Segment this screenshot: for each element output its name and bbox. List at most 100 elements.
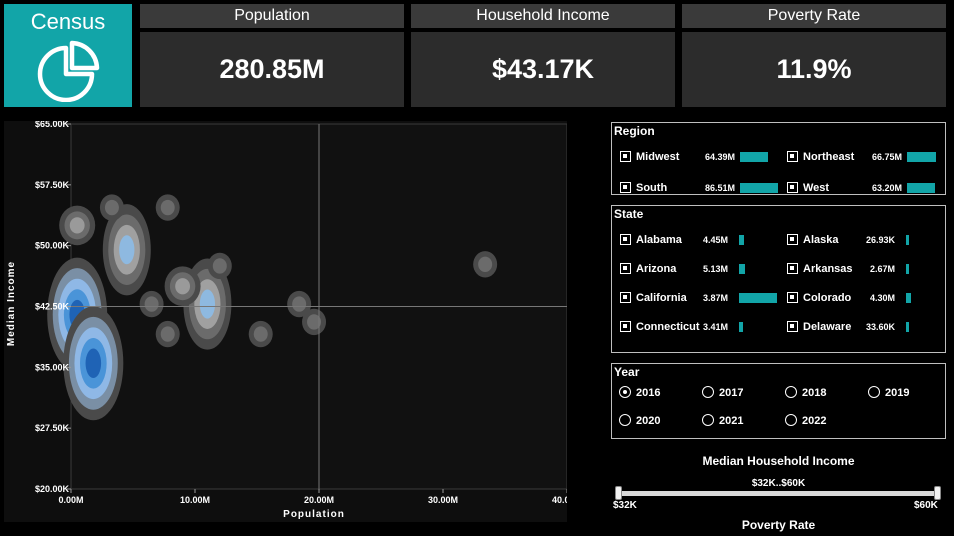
item-value-bar <box>739 235 744 245</box>
checkbox[interactable] <box>787 182 798 193</box>
y-tick-label: $50.00K <box>35 241 70 251</box>
density-region[interactable] <box>302 308 327 336</box>
state-item[interactable]: Delaware 33.60K <box>787 319 945 335</box>
item-value: 63.20M <box>871 183 902 193</box>
state-item[interactable]: Alaska 26.93K <box>787 232 945 248</box>
checkbox-label: Alaska <box>803 234 839 246</box>
checkbox-label: Connecticut <box>636 321 700 333</box>
density-region[interactable] <box>59 205 96 246</box>
item-value: 5.13M <box>702 264 728 274</box>
item-value-bar <box>906 235 909 245</box>
income-slider-title: Median Household Income <box>702 454 855 468</box>
density-region[interactable] <box>139 290 164 318</box>
item-value-bar <box>739 264 745 274</box>
y-tick-label: $27.50K <box>35 423 70 433</box>
checkbox[interactable] <box>787 321 798 332</box>
checkbox[interactable] <box>620 321 631 332</box>
poverty-rate-slider-title: Poverty Rate <box>741 518 816 532</box>
density-region[interactable] <box>164 266 201 307</box>
year-option[interactable]: 2019 <box>868 385 928 401</box>
y-tick-label: $57.50K <box>35 180 70 190</box>
x-tick-label: 40.00M <box>552 495 567 505</box>
year-option-label: 2017 <box>719 387 744 399</box>
radio-button[interactable] <box>702 414 714 426</box>
state-item[interactable]: Alabama 4.45M <box>620 232 780 248</box>
income-slider-max-handle[interactable] <box>934 486 941 500</box>
region-item[interactable]: Northeast 66.75M <box>787 149 945 165</box>
density-chart[interactable]: 0.00M 10.00M 20.00M 30.00M 40.00M $20.00K $27.… <box>4 119 582 522</box>
radio-button[interactable] <box>619 414 631 426</box>
year-option[interactable]: 2021 <box>702 413 762 429</box>
item-value: 33.60K <box>865 322 895 332</box>
region-item[interactable]: West 63.20M <box>787 180 945 194</box>
region-filter-panel: Region Midwest 64.39M Northeast 66.75M South… <box>611 122 946 195</box>
item-value: 4.30M <box>869 293 895 303</box>
census-logo-tile: Census <box>4 4 132 107</box>
state-item[interactable]: California 3.87M <box>620 290 780 306</box>
checkbox[interactable] <box>620 234 631 245</box>
item-value-bar <box>906 322 909 332</box>
checkbox-label: California <box>636 292 687 304</box>
checkbox-label: Colorado <box>803 292 852 304</box>
state-item[interactable]: Colorado 4.30M <box>787 290 945 306</box>
year-option[interactable]: 2016 <box>619 385 679 401</box>
year-option[interactable]: 2017 <box>702 385 762 401</box>
density-region[interactable] <box>207 252 232 280</box>
year-option-label: 2018 <box>802 387 827 399</box>
item-value: 26.93K <box>865 235 895 245</box>
income-slider-min-handle[interactable] <box>615 486 622 500</box>
state-item[interactable]: Arizona 5.13M <box>620 261 780 277</box>
checkbox[interactable] <box>787 292 798 303</box>
x-tick-label: 30.00M <box>428 495 458 505</box>
income-slider-max-label: $60K <box>914 500 938 511</box>
checkbox[interactable] <box>787 151 798 162</box>
x-tick-label: 10.00M <box>180 495 210 505</box>
radio-button[interactable] <box>702 386 714 398</box>
radio-button[interactable] <box>619 386 631 398</box>
state-item[interactable]: Connecticut 3.41M <box>620 319 780 335</box>
density-region[interactable] <box>63 306 124 421</box>
year-option[interactable]: 2018 <box>785 385 845 401</box>
year-option-label: 2020 <box>636 415 661 427</box>
year-option-label: 2016 <box>636 387 661 399</box>
item-value-bar <box>740 152 768 162</box>
density-region[interactable] <box>155 320 180 348</box>
income-slider-track[interactable] <box>615 491 941 496</box>
census-dashboard: Census Population 280.85M Household Inco… <box>0 0 954 536</box>
density-region[interactable] <box>99 194 124 221</box>
checkbox[interactable] <box>787 263 798 274</box>
item-value: 3.41M <box>702 322 728 332</box>
radio-button[interactable] <box>785 386 797 398</box>
state-item[interactable]: Arkansas 2.67M <box>787 261 945 277</box>
kpi-population-header: Population <box>140 4 404 28</box>
density-region[interactable] <box>473 251 498 278</box>
state-filter-title: State <box>614 207 644 221</box>
year-option[interactable]: 2020 <box>619 413 679 429</box>
density-region[interactable] <box>248 320 273 348</box>
item-value: 4.45M <box>702 235 728 245</box>
year-option[interactable]: 2022 <box>785 413 845 429</box>
kpi-population-value: 280.85M <box>140 32 404 107</box>
checkbox[interactable] <box>620 151 631 162</box>
kpi-poverty-header: Poverty Rate <box>682 4 946 28</box>
region-item[interactable]: Midwest 64.39M <box>620 149 780 165</box>
checkbox-label: West <box>803 182 830 194</box>
checkbox[interactable] <box>620 263 631 274</box>
density-region[interactable] <box>155 194 180 221</box>
region-filter-title: Region <box>614 124 655 138</box>
income-slider-min-label: $32K <box>613 500 637 511</box>
density-chart-panel: 0.00M 10.00M 20.00M 30.00M 40.00M $20.00K $27.… <box>4 119 582 522</box>
kpi-income-value: $43.17K <box>411 32 675 107</box>
checkbox[interactable] <box>620 292 631 303</box>
y-axis-label: Median Income <box>6 261 17 346</box>
checkbox[interactable] <box>620 182 631 193</box>
checkbox[interactable] <box>787 234 798 245</box>
y-tick-label: $42.50K <box>35 302 70 312</box>
checkbox-label: Midwest <box>636 151 680 163</box>
year-filter-title: Year <box>614 365 640 379</box>
income-slider-range: $32K..$60K <box>751 478 806 489</box>
radio-button[interactable] <box>868 386 880 398</box>
item-value-bar <box>906 293 911 303</box>
radio-button[interactable] <box>785 414 797 426</box>
region-item[interactable]: South 86.51M <box>620 180 780 194</box>
